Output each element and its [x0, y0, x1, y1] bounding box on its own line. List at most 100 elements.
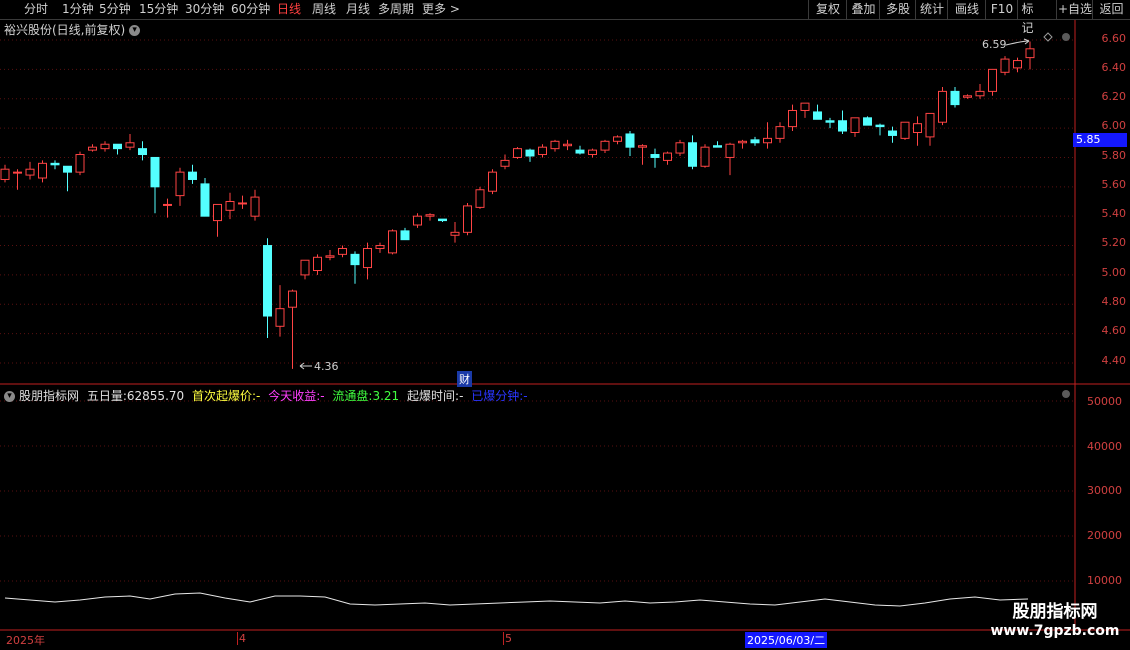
candlestick[interactable] — [700, 144, 710, 168]
candlestick[interactable] — [963, 94, 972, 99]
candlestick[interactable] — [875, 123, 885, 136]
tab-5min[interactable]: 5分钟 — [99, 1, 131, 18]
candlestick[interactable] — [638, 144, 647, 165]
candlestick[interactable] — [375, 242, 385, 253]
candlestick[interactable] — [550, 139, 560, 152]
draw-line-button[interactable]: 画线 — [947, 0, 986, 19]
candlestick[interactable] — [725, 142, 735, 176]
chevron-down-icon[interactable]: ▾ — [129, 25, 141, 36]
candlestick[interactable] — [50, 160, 60, 170]
candlestick[interactable] — [288, 289, 297, 369]
candlestick[interactable] — [538, 144, 547, 158]
tab-weekly[interactable]: 周线 — [312, 1, 336, 18]
candlestick[interactable] — [988, 68, 997, 96]
candlestick[interactable] — [950, 86, 960, 108]
candlestick[interactable] — [688, 135, 697, 170]
candlestick[interactable] — [163, 198, 172, 218]
candlestick[interactable] — [1000, 56, 1010, 76]
candlestick[interactable] — [213, 203, 222, 237]
candlestick[interactable] — [1025, 41, 1035, 70]
candlestick[interactable] — [613, 135, 622, 145]
candlestick[interactable] — [475, 186, 485, 209]
back-button[interactable]: 返回 — [1092, 0, 1130, 19]
candlestick[interactable] — [750, 136, 760, 146]
mark-button[interactable]: 标记 — [1017, 0, 1037, 35]
candlestick[interactable] — [463, 202, 472, 236]
kline-chart[interactable] — [0, 0, 1130, 650]
candlestick[interactable] — [813, 104, 822, 120]
candlestick[interactable] — [313, 254, 322, 275]
candlestick[interactable] — [838, 110, 847, 134]
candlestick[interactable] — [350, 251, 360, 284]
statistics-button[interactable]: 统计 — [915, 0, 948, 19]
tab-daily[interactable]: 日线 — [277, 1, 301, 18]
financial-report-marker[interactable]: 财 — [457, 371, 472, 387]
candlestick[interactable] — [113, 143, 122, 155]
candlestick[interactable] — [788, 104, 797, 132]
candlestick[interactable] — [800, 102, 810, 118]
candlestick[interactable] — [275, 285, 285, 337]
candlestick[interactable] — [388, 229, 397, 255]
candlestick[interactable] — [738, 139, 747, 149]
candlestick[interactable] — [625, 131, 635, 156]
overlay-button[interactable]: 叠加 — [846, 0, 880, 19]
candlestick[interactable] — [650, 148, 660, 168]
candlestick[interactable] — [513, 147, 522, 159]
candlestick[interactable] — [300, 259, 310, 280]
candlestick[interactable] — [400, 227, 410, 241]
candlestick[interactable] — [663, 151, 672, 165]
f10-button[interactable]: F10 — [985, 0, 1018, 19]
candlestick[interactable] — [1013, 57, 1022, 73]
tab-15min[interactable]: 15分钟 — [139, 1, 178, 18]
candlestick[interactable] — [450, 222, 460, 243]
tab-60min[interactable]: 60分钟 — [231, 1, 270, 18]
candlestick[interactable] — [863, 116, 872, 126]
tab-monthly[interactable]: 月线 — [346, 1, 370, 18]
tab-multi-period[interactable]: 多周期 — [378, 1, 414, 18]
tab-fenshi[interactable]: 分时 — [24, 1, 48, 18]
candlestick[interactable] — [425, 213, 435, 221]
candlestick[interactable] — [225, 192, 235, 220]
candlestick[interactable] — [263, 238, 272, 339]
candlestick[interactable] — [0, 164, 10, 183]
candlestick[interactable] — [188, 164, 197, 184]
candlestick[interactable] — [713, 141, 722, 148]
candlestick[interactable] — [775, 122, 785, 143]
candlestick[interactable] — [250, 189, 260, 221]
candlestick[interactable] — [925, 112, 935, 146]
candlestick[interactable] — [413, 213, 422, 228]
candlestick[interactable] — [25, 161, 35, 180]
toggle-dot-icon-2[interactable] — [1062, 390, 1070, 398]
chart-title[interactable]: 裕兴股份(日线,前复权) ▾ — [4, 21, 141, 38]
multi-stock-button[interactable]: 多股 — [879, 0, 916, 19]
candlestick[interactable] — [975, 84, 985, 99]
candlestick[interactable] — [175, 167, 185, 206]
candlestick[interactable] — [238, 195, 247, 209]
candlestick[interactable] — [825, 117, 835, 129]
candlestick[interactable] — [888, 126, 897, 143]
tab-more[interactable]: 更多 > — [422, 1, 460, 18]
candlestick[interactable] — [938, 86, 947, 126]
candlestick[interactable] — [525, 148, 535, 162]
candlestick[interactable] — [88, 144, 97, 152]
candlestick[interactable] — [500, 154, 510, 170]
restore-rights-button[interactable]: 复权 — [808, 0, 847, 19]
candlestick[interactable] — [63, 165, 72, 192]
candlestick[interactable] — [675, 139, 685, 156]
candlestick[interactable] — [125, 133, 135, 151]
candlestick[interactable] — [200, 178, 210, 217]
candlestick[interactable] — [100, 141, 110, 152]
candlestick[interactable] — [363, 242, 372, 280]
candlestick[interactable] — [563, 139, 572, 151]
candlestick[interactable] — [850, 117, 860, 137]
tab-1min[interactable]: 1分钟 — [62, 1, 94, 18]
add-favorite-button[interactable]: +自选 — [1056, 0, 1093, 19]
indicator-name[interactable]: 股朋指标网 — [19, 389, 79, 403]
candlestick[interactable] — [75, 151, 85, 176]
candlestick[interactable] — [488, 169, 497, 195]
candlestick[interactable] — [150, 156, 160, 214]
candlestick[interactable] — [900, 121, 910, 140]
candlestick[interactable] — [338, 245, 347, 258]
candlestick[interactable] — [600, 139, 610, 154]
candlestick[interactable] — [438, 218, 447, 223]
